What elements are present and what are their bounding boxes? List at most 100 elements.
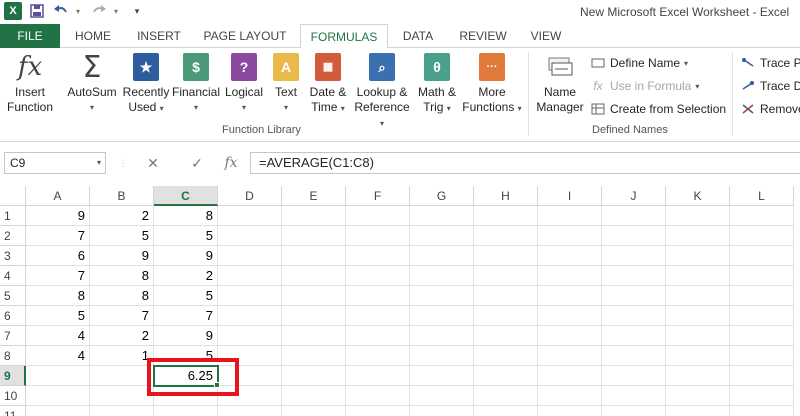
cell-i4[interactable] — [538, 266, 602, 286]
cell-h3[interactable] — [474, 246, 538, 266]
cell-f2[interactable] — [346, 226, 410, 246]
row-header-3[interactable]: 3 — [0, 246, 26, 266]
cell-l3[interactable] — [730, 246, 794, 266]
cell-e6[interactable] — [282, 306, 346, 326]
more-functions-button[interactable]: ··· More Functions ▾ — [462, 52, 522, 116]
cell-g8[interactable] — [410, 346, 474, 366]
column-header-k[interactable]: K — [666, 186, 730, 206]
lookup-reference-button[interactable]: ⌕ Lookup & Reference ▾ — [352, 52, 412, 131]
cell-b8[interactable]: 1 — [90, 346, 154, 366]
cell-a3[interactable]: 6 — [26, 246, 90, 266]
column-header-i[interactable]: I — [538, 186, 602, 206]
undo-dropdown-icon[interactable]: ▾ — [76, 2, 84, 20]
cell-k9[interactable] — [666, 366, 730, 386]
cell-g7[interactable] — [410, 326, 474, 346]
name-box-dropdown-icon[interactable]: ▾ — [97, 153, 101, 173]
cell-k8[interactable] — [666, 346, 730, 366]
cell-k5[interactable] — [666, 286, 730, 306]
cell-a8[interactable]: 4 — [26, 346, 90, 366]
cell-i3[interactable] — [538, 246, 602, 266]
cell-b10[interactable] — [90, 386, 154, 406]
cell-d5[interactable] — [218, 286, 282, 306]
cell-l4[interactable] — [730, 266, 794, 286]
cell-c1[interactable]: 8 — [154, 206, 218, 226]
cell-j10[interactable] — [602, 386, 666, 406]
cell-k10[interactable] — [666, 386, 730, 406]
cell-a11[interactable] — [26, 406, 90, 416]
insert-function-button[interactable]: fx Insert Function — [2, 52, 58, 115]
tab-formulas[interactable]: FORMULAS — [300, 24, 388, 49]
cell-e8[interactable] — [282, 346, 346, 366]
cell-b5[interactable]: 8 — [90, 286, 154, 306]
cell-h5[interactable] — [474, 286, 538, 306]
cell-i10[interactable] — [538, 386, 602, 406]
cell-d2[interactable] — [218, 226, 282, 246]
cell-c7[interactable]: 9 — [154, 326, 218, 346]
cell-a5[interactable]: 8 — [26, 286, 90, 306]
cell-d7[interactable] — [218, 326, 282, 346]
cell-j6[interactable] — [602, 306, 666, 326]
row-header-2[interactable]: 2 — [0, 226, 26, 246]
tab-home[interactable]: HOME — [66, 24, 120, 48]
cell-d4[interactable] — [218, 266, 282, 286]
cell-j2[interactable] — [602, 226, 666, 246]
logical-button[interactable]: ? Logical ▾ — [222, 52, 266, 115]
cell-f6[interactable] — [346, 306, 410, 326]
cell-a4[interactable]: 7 — [26, 266, 90, 286]
create-from-selection-button[interactable]: Create from Selection — [590, 100, 726, 118]
date-time-button[interactable]: ▦ Date & Time ▾ — [304, 52, 352, 116]
cell-e10[interactable] — [282, 386, 346, 406]
redo-dropdown-icon[interactable]: ▾ — [114, 2, 122, 20]
cell-a2[interactable]: 7 — [26, 226, 90, 246]
cell-e11[interactable] — [282, 406, 346, 416]
formula-input[interactable]: =AVERAGE(C1:C8) — [250, 152, 800, 174]
cell-g9[interactable] — [410, 366, 474, 386]
redo-icon[interactable] — [90, 2, 108, 20]
cell-h4[interactable] — [474, 266, 538, 286]
column-header-b[interactable]: B — [90, 186, 154, 206]
row-header-10[interactable]: 10 — [0, 386, 26, 406]
cell-i6[interactable] — [538, 306, 602, 326]
select-all-corner[interactable] — [0, 186, 26, 206]
row-header-8[interactable]: 8 — [0, 346, 26, 366]
cell-d6[interactable] — [218, 306, 282, 326]
math-trig-button[interactable]: θ Math & Trig ▾ — [412, 52, 462, 116]
cell-l9[interactable] — [730, 366, 794, 386]
autosum-button[interactable]: Σ AutoSum ▾ — [64, 50, 120, 115]
cell-d3[interactable] — [218, 246, 282, 266]
cell-g4[interactable] — [410, 266, 474, 286]
cell-l6[interactable] — [730, 306, 794, 326]
cell-l10[interactable] — [730, 386, 794, 406]
cell-j5[interactable] — [602, 286, 666, 306]
tab-view[interactable]: VIEW — [522, 24, 570, 48]
cell-i2[interactable] — [538, 226, 602, 246]
cell-g3[interactable] — [410, 246, 474, 266]
use-in-formula-button[interactable]: fx Use in Formula ▾ — [590, 77, 699, 95]
tab-file[interactable]: FILE — [0, 24, 60, 48]
cell-i1[interactable] — [538, 206, 602, 226]
text-button[interactable]: A Text ▾ — [268, 52, 304, 115]
cell-a1[interactable]: 9 — [26, 206, 90, 226]
cell-c3[interactable]: 9 — [154, 246, 218, 266]
row-header-4[interactable]: 4 — [0, 266, 26, 286]
cell-k1[interactable] — [666, 206, 730, 226]
cell-k4[interactable] — [666, 266, 730, 286]
cell-j3[interactable] — [602, 246, 666, 266]
column-header-f[interactable]: F — [346, 186, 410, 206]
cell-i8[interactable] — [538, 346, 602, 366]
cell-h7[interactable] — [474, 326, 538, 346]
cell-b7[interactable]: 2 — [90, 326, 154, 346]
cell-c5[interactable]: 5 — [154, 286, 218, 306]
column-header-j[interactable]: J — [602, 186, 666, 206]
cell-c2[interactable]: 5 — [154, 226, 218, 246]
cell-h2[interactable] — [474, 226, 538, 246]
cell-f4[interactable] — [346, 266, 410, 286]
cell-d11[interactable] — [218, 406, 282, 416]
cell-c11[interactable] — [154, 406, 218, 416]
cell-b1[interactable]: 2 — [90, 206, 154, 226]
cell-l2[interactable] — [730, 226, 794, 246]
trace-precedents-button[interactable]: Trace P — [740, 54, 800, 72]
undo-icon[interactable] — [52, 2, 70, 20]
tab-page-layout[interactable]: PAGE LAYOUT — [196, 24, 294, 48]
cell-c4[interactable]: 2 — [154, 266, 218, 286]
